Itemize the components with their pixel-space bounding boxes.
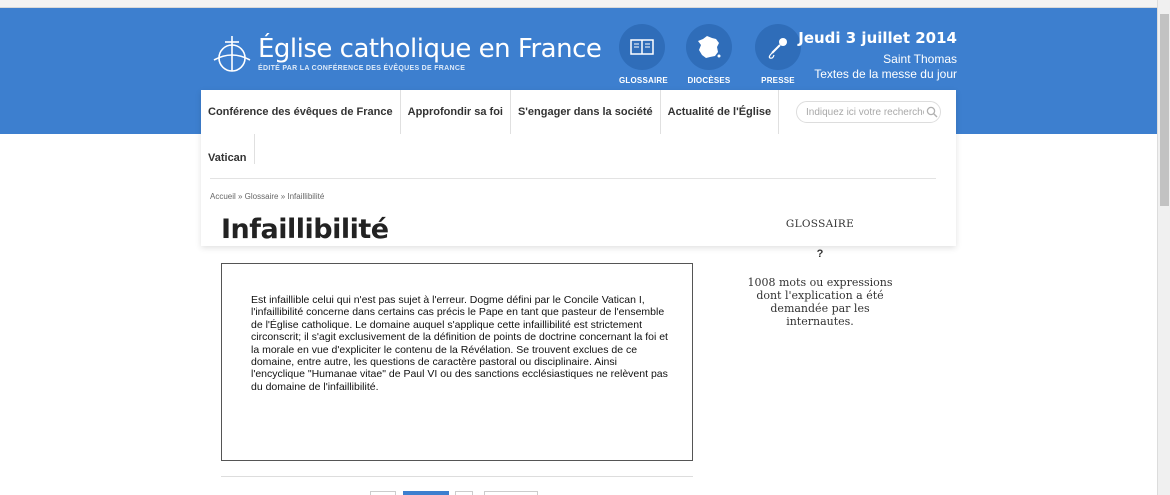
church-logo-icon — [213, 36, 251, 72]
nav-item-conference[interactable]: Conférence des évêques de France — [201, 90, 401, 134]
sidebar-title: GLOSSAIRE — [785, 218, 855, 230]
glossary-sidebar: GLOSSAIRE ? 1008 mots ou expressions don… — [720, 218, 920, 328]
scrollbar-thumb[interactable] — [1160, 14, 1169, 206]
nav-item-vatican[interactable]: Vatican — [201, 134, 255, 164]
search-box[interactable]: Indiquez ici votre recherche — [796, 101, 941, 123]
content-divider — [221, 476, 693, 477]
search-input[interactable]: Indiquez ici votre recherche — [806, 107, 924, 118]
pager-current-button[interactable] — [403, 491, 449, 495]
dioceses-label: DIOCÈSES — [687, 76, 731, 85]
glossaire-label: GLOSSAIRE — [619, 76, 668, 85]
pager-prev-button[interactable] — [370, 491, 396, 495]
dioceses-link[interactable]: DIOCÈSES — [686, 24, 732, 85]
definition-box: Est infaillible celui qui n'est pas suje… — [221, 263, 693, 461]
pager-all-button[interactable] — [484, 491, 538, 495]
site-subtitle: ÉDITÉ PAR LA CONFÉRENCE DES ÉVÊQUES DE F… — [258, 65, 466, 72]
definition-text: Est infaillible celui qui n'est pas suje… — [251, 294, 668, 393]
france-map-icon — [698, 36, 721, 58]
microphone-icon — [768, 38, 787, 59]
book-icon — [630, 39, 654, 55]
main-nav-row-2: Vatican — [201, 134, 255, 164]
main-nav: Conférence des évêques de France Approfo… — [201, 90, 780, 134]
nav-item-approfondir[interactable]: Approfondir sa foi — [401, 90, 511, 134]
nav-item-engager[interactable]: S'engager dans la société — [511, 90, 661, 134]
presse-label: PRESSE — [761, 76, 795, 85]
sidebar-description: 1008 mots ou expressions dont l'explicat… — [747, 276, 893, 328]
saint-of-day-link[interactable]: Saint Thomas — [798, 52, 957, 66]
pager-next-button[interactable] — [455, 491, 473, 495]
current-date: Jeudi 3 juillet 2014 — [798, 29, 957, 47]
messe-du-jour-link[interactable]: Textes de la messe du jour — [798, 67, 957, 81]
search-icon[interactable] — [926, 106, 938, 118]
nav-divider — [210, 178, 936, 179]
site-logo[interactable]: Église catholique en France ÉDITÉ PAR LA… — [212, 34, 602, 74]
site-title: Église catholique en France — [258, 34, 602, 64]
glossaire-link[interactable]: GLOSSAIRE — [619, 24, 668, 85]
page-scrollbar[interactable] — [1157, 0, 1170, 495]
page-title: Infaillibilité — [221, 214, 389, 245]
browser-toolbar-strip — [0, 0, 1170, 8]
breadcrumb[interactable]: Accueil » Glossaire » Infaillibilité — [210, 192, 324, 201]
nav-item-actualite[interactable]: Actualité de l'Église — [661, 90, 780, 134]
date-block: Jeudi 3 juillet 2014 Saint Thomas Textes… — [798, 29, 957, 81]
presse-link[interactable]: PRESSE — [755, 24, 801, 85]
sidebar-question-mark: ? — [816, 248, 824, 260]
